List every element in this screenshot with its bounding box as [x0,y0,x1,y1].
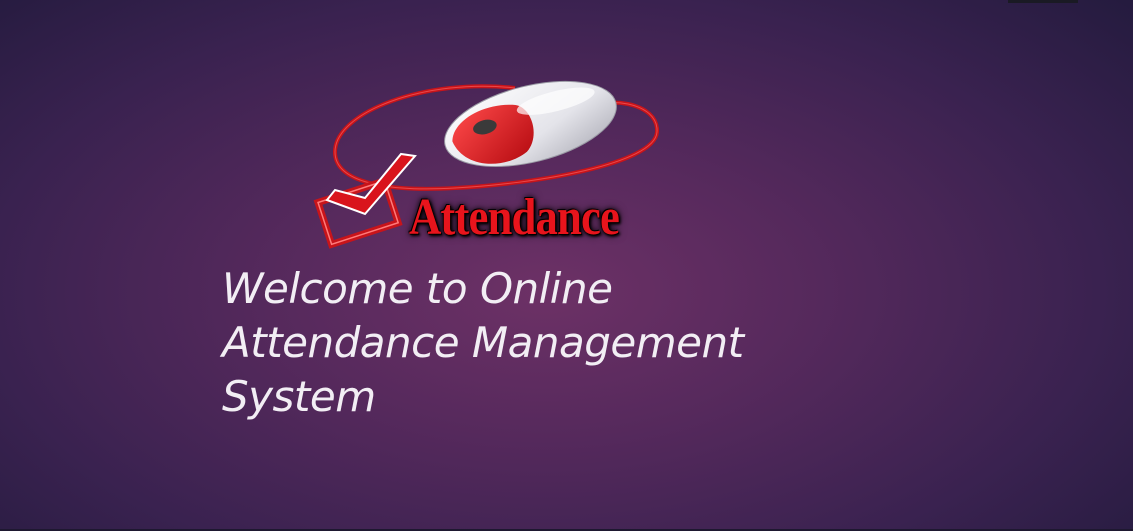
top-tab-decoration [1008,0,1078,3]
welcome-line-1: Welcome to Online [222,264,613,313]
welcome-line-3: System [222,372,376,421]
attendance-logo: Attendance [305,72,685,252]
welcome-heading: Welcome to Online Attendance Management … [222,262,902,424]
logo-text: Attendance [409,189,620,246]
welcome-line-2: Attendance Management [222,318,744,367]
